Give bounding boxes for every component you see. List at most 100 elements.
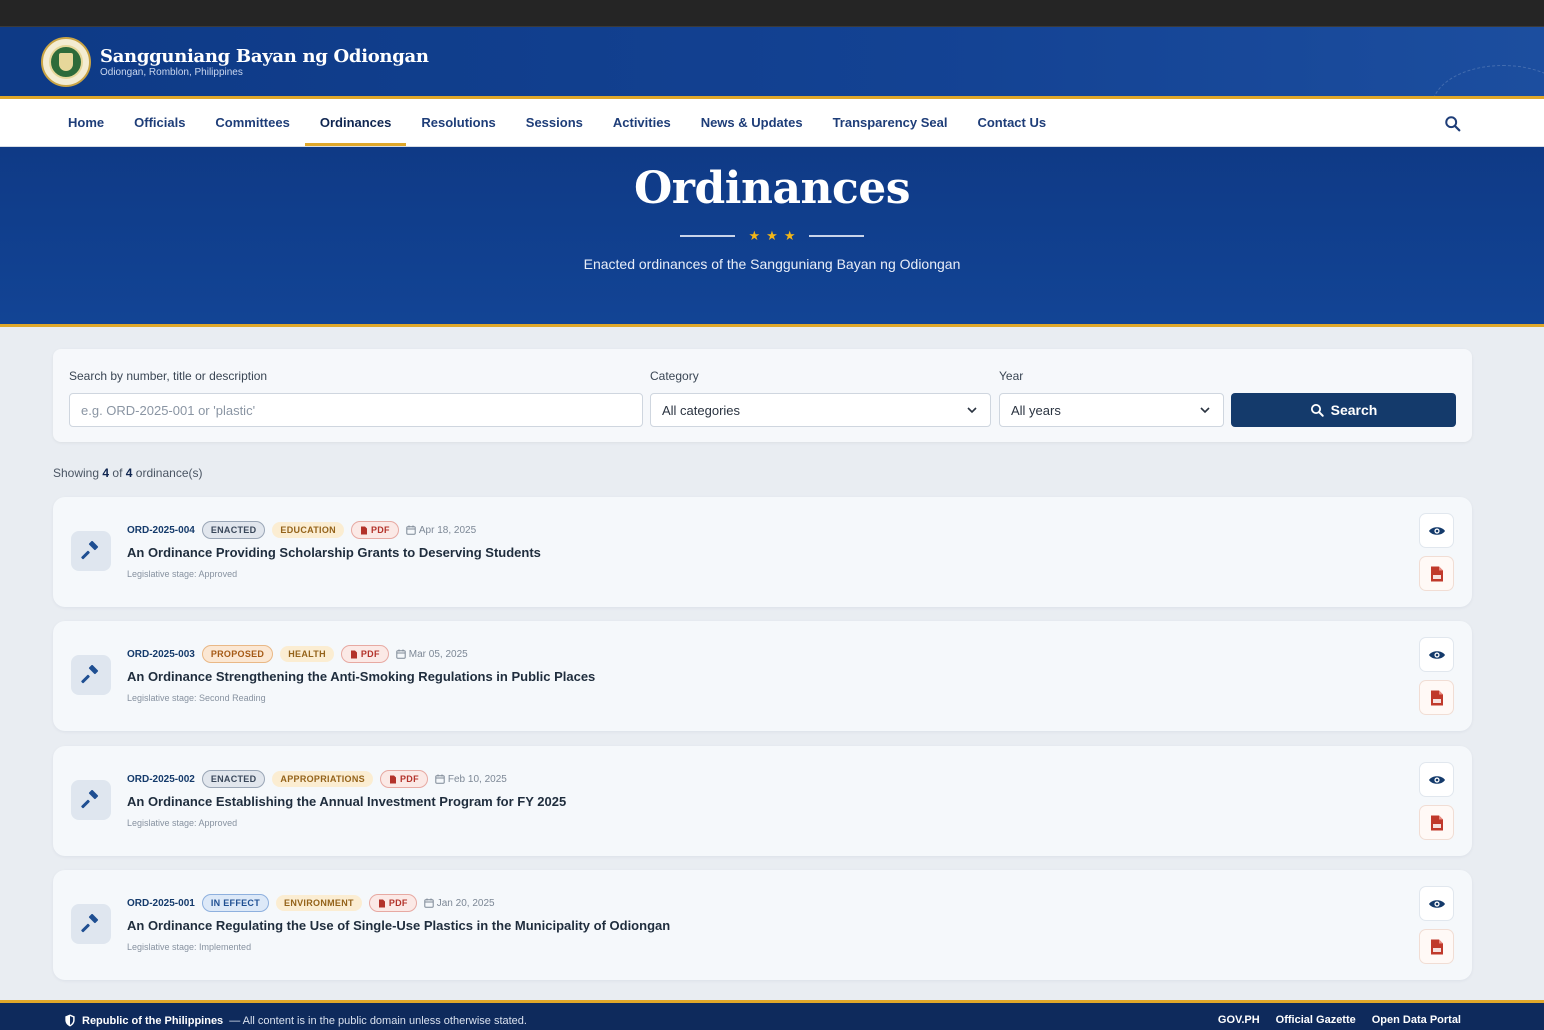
site-title: Sangguniang Bayan ng Odiongan bbox=[100, 45, 429, 67]
status-badge: ENACTED bbox=[201, 521, 266, 539]
category-badge: HEALTH bbox=[280, 646, 334, 662]
ordinance-number[interactable]: ORD-2025-001 bbox=[127, 898, 195, 909]
ordinance-number[interactable]: ORD-2025-004 bbox=[127, 525, 195, 536]
nav-resolutions[interactable]: Resolutions bbox=[406, 99, 510, 146]
search-label: Search by number, title or description bbox=[69, 369, 268, 383]
ordinance-number[interactable]: ORD-2025-002 bbox=[127, 774, 195, 785]
pdf-file-icon bbox=[1430, 815, 1443, 830]
nav-officials[interactable]: Officials bbox=[119, 99, 200, 146]
year-select[interactable]: All years bbox=[999, 393, 1224, 427]
pdf-badge[interactable]: PDF bbox=[379, 770, 428, 788]
ordinance-date: Jan 20, 2025 bbox=[424, 898, 495, 909]
ordinance-title[interactable]: An Ordinance Providing Scholarship Grant… bbox=[127, 545, 541, 560]
shield-icon bbox=[65, 1014, 75, 1027]
calendar-icon bbox=[396, 649, 406, 659]
results-count: Showing 4 of 4 ordinance(s) bbox=[53, 466, 203, 480]
pdf-file-icon bbox=[1430, 566, 1443, 581]
view-button[interactable] bbox=[1419, 886, 1454, 921]
status-badge: ENACTED bbox=[201, 770, 266, 788]
download-pdf-button[interactable] bbox=[1419, 556, 1454, 591]
ordinance-card[interactable]: ORD-2025-004 ENACTED EDUCATION PDF Apr 18, 2… bbox=[53, 497, 1472, 607]
nav-sessions[interactable]: Sessions bbox=[511, 99, 598, 146]
category-badge: ENVIRONMENT bbox=[276, 895, 362, 911]
page-subtitle: Enacted ordinances of the Sangguniang Ba… bbox=[583, 256, 961, 272]
search-button[interactable]: Search bbox=[1231, 393, 1456, 427]
download-pdf-button[interactable] bbox=[1419, 805, 1454, 840]
ordinance-date: Apr 18, 2025 bbox=[406, 525, 476, 536]
legislative-stage: Legislative stage: Approved bbox=[127, 569, 238, 579]
nav-ordinances[interactable]: Ordinances bbox=[304, 99, 407, 146]
eye-icon bbox=[1428, 650, 1445, 659]
ordinance-date: Feb 10, 2025 bbox=[435, 774, 507, 785]
calendar-icon bbox=[424, 898, 434, 908]
site-branding[interactable]: Sangguniang Bayan ng Odiongan Odiongan, … bbox=[100, 46, 429, 78]
ordinance-title[interactable]: An Ordinance Strengthening the Anti-Smok… bbox=[127, 669, 595, 684]
nav-transparency-seal[interactable]: Transparency Seal bbox=[818, 99, 963, 146]
legislative-stage: Legislative stage: Approved bbox=[127, 818, 238, 828]
footer-country: Republic of the Philippines bbox=[82, 1014, 224, 1027]
nav-committees[interactable]: Committees bbox=[200, 99, 304, 146]
pdf-file-icon bbox=[1430, 939, 1443, 954]
page-title: Ordinances bbox=[633, 163, 911, 214]
status-badge: PROPOSED bbox=[201, 645, 274, 663]
view-button[interactable] bbox=[1419, 513, 1454, 548]
nav-news-updates[interactable]: News & Updates bbox=[686, 99, 818, 146]
eye-icon bbox=[1428, 899, 1445, 908]
category-select-value: All categories bbox=[662, 402, 741, 418]
site-subtitle: Odiongan, Romblon, Philippines bbox=[100, 66, 243, 78]
category-select[interactable]: All categories bbox=[650, 393, 991, 427]
footer-link-official-gazette[interactable]: Official Gazette bbox=[1276, 1014, 1356, 1026]
view-button[interactable] bbox=[1419, 762, 1454, 797]
calendar-icon bbox=[406, 525, 416, 535]
search-input[interactable]: e.g. ORD-2025-001 or 'plastic' bbox=[69, 393, 643, 427]
pdf-badge[interactable]: PDF bbox=[340, 645, 389, 663]
legislative-stage: Legislative stage: Implemented bbox=[127, 942, 252, 952]
nav-contact-us[interactable]: Contact Us bbox=[962, 99, 1061, 146]
main-nav: Home Officials Committees Ordinances Res… bbox=[0, 99, 1544, 147]
category-label: Category bbox=[650, 369, 699, 383]
pdf-file-icon bbox=[1430, 690, 1443, 705]
site-header: Sangguniang Bayan ng Odiongan Odiongan, … bbox=[0, 27, 1544, 99]
hero-divider: ★★★ bbox=[0, 228, 1544, 244]
gavel-icon bbox=[71, 904, 111, 944]
ordinance-card[interactable]: ORD-2025-002 ENACTED APPROPRIATIONS PDF Feb … bbox=[53, 746, 1472, 856]
ordinance-meta: ORD-2025-004 ENACTED EDUCATION PDF Apr 18, 2… bbox=[127, 521, 476, 539]
search-button-label: Search bbox=[1330, 402, 1378, 418]
pdf-icon bbox=[350, 650, 357, 658]
view-button[interactable] bbox=[1419, 637, 1454, 672]
ordinance-date: Mar 05, 2025 bbox=[396, 649, 468, 660]
calendar-icon bbox=[435, 774, 445, 784]
ordinance-number[interactable]: ORD-2025-003 bbox=[127, 649, 195, 660]
legislative-stage: Legislative stage: Second Reading bbox=[127, 693, 266, 703]
nav-home[interactable]: Home bbox=[53, 99, 119, 146]
site-footer: Republic of the Philippines — All conten… bbox=[0, 1000, 1544, 1030]
download-pdf-button[interactable] bbox=[1419, 680, 1454, 715]
pdf-badge[interactable]: PDF bbox=[350, 521, 399, 539]
footer-link-open-data-portal[interactable]: Open Data Portal bbox=[1372, 1014, 1461, 1026]
gavel-icon bbox=[71, 531, 111, 571]
footer-link-govph[interactable]: GOV.PH bbox=[1218, 1014, 1260, 1026]
download-pdf-button[interactable] bbox=[1419, 929, 1454, 964]
ordinance-meta: ORD-2025-003 PROPOSED HEALTH PDF Mar 05, 202… bbox=[127, 645, 468, 663]
ordinance-card[interactable]: ORD-2025-003 PROPOSED HEALTH PDF Mar 05, 202… bbox=[53, 621, 1472, 731]
municipal-seal-logo[interactable] bbox=[41, 36, 91, 87]
chevron-down-icon bbox=[967, 407, 977, 414]
gavel-icon bbox=[71, 780, 111, 820]
category-badge: APPROPRIATIONS bbox=[272, 771, 373, 787]
nav-activities[interactable]: Activities bbox=[598, 99, 686, 146]
pdf-badge[interactable]: PDF bbox=[368, 894, 417, 912]
category-badge: EDUCATION bbox=[272, 522, 344, 538]
browser-top-bar bbox=[0, 0, 1544, 27]
eye-icon bbox=[1428, 775, 1445, 784]
footer-notice: — All content is in the public domain un… bbox=[229, 1014, 527, 1027]
filter-panel: Search by number, title or description e… bbox=[53, 349, 1472, 442]
search-icon[interactable] bbox=[1444, 115, 1462, 133]
year-select-value: All years bbox=[1011, 402, 1061, 418]
ordinance-title[interactable]: An Ordinance Regulating the Use of Singl… bbox=[127, 918, 670, 933]
year-label: Year bbox=[999, 369, 1024, 383]
stars-icon: ★★★ bbox=[748, 228, 802, 243]
ordinance-title[interactable]: An Ordinance Establishing the Annual Inv… bbox=[127, 794, 566, 809]
status-badge: IN EFFECT bbox=[201, 894, 270, 912]
pdf-icon bbox=[378, 899, 385, 907]
ordinance-card[interactable]: ORD-2025-001 IN EFFECT ENVIRONMENT PDF Jan 2… bbox=[53, 870, 1472, 980]
